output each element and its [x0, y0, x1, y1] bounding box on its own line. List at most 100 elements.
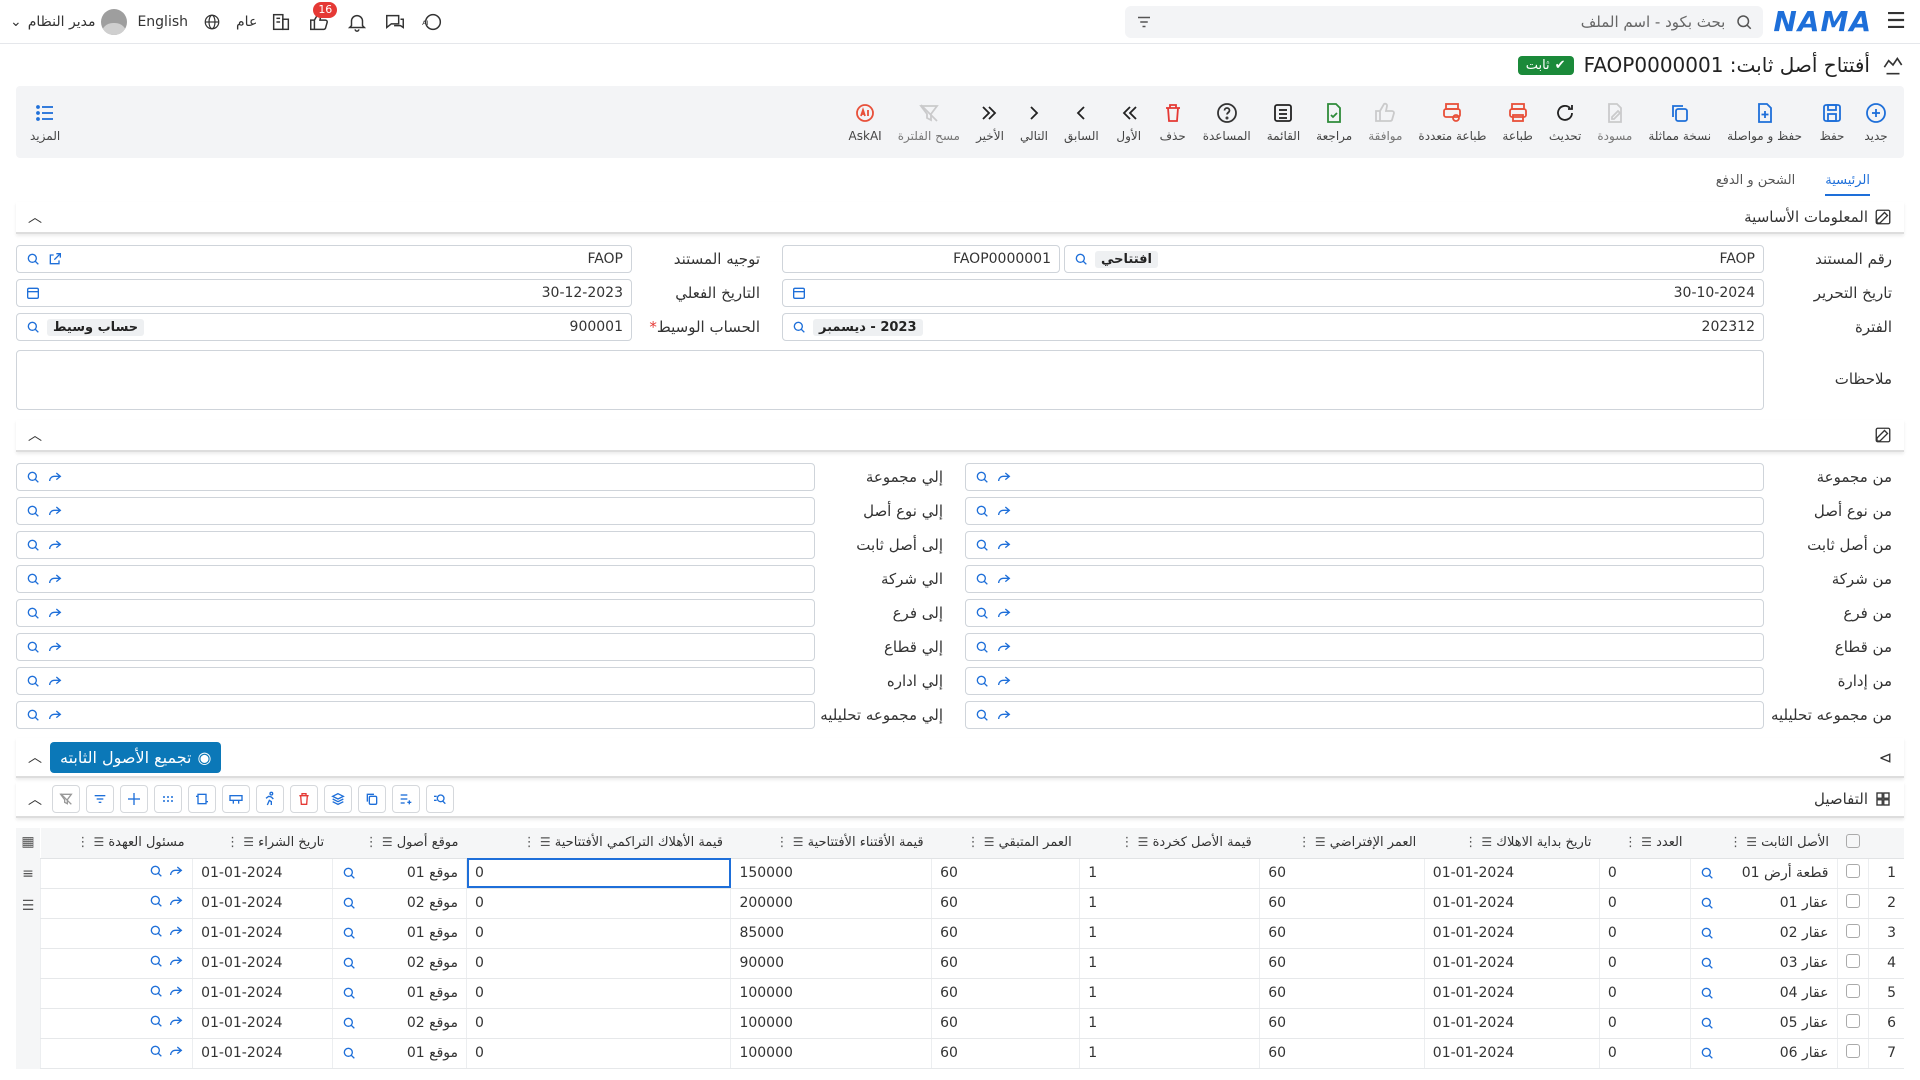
lookup-icon[interactable]: [1073, 251, 1089, 267]
cell-start[interactable]: 01-01-2024: [1423, 978, 1600, 1009]
cell-scrap[interactable]: 1: [1079, 858, 1260, 889]
duplicate-button[interactable]: نسخة مماثلة: [1640, 101, 1719, 143]
cell-remain[interactable]: 60: [931, 948, 1080, 979]
range-left-field[interactable]: [965, 565, 1764, 593]
filter-icon[interactable]: ☰: [1138, 835, 1149, 849]
share-icon[interactable]: [47, 639, 63, 655]
range-left-field[interactable]: [965, 463, 1764, 491]
lookup-icon[interactable]: [148, 923, 164, 939]
cell-count[interactable]: 0: [1598, 858, 1691, 889]
column-header[interactable]: مسئول العهدة ☰ ⋮: [40, 828, 193, 859]
review-button[interactable]: مراجعة: [1308, 101, 1360, 143]
cell-asset[interactable]: عقار 01: [1690, 888, 1837, 919]
cell-asset[interactable]: عقار 05: [1690, 1008, 1837, 1039]
range-left-field[interactable]: [965, 599, 1764, 627]
column-menu-icon[interactable]: ⋮: [1624, 835, 1637, 850]
cell-cost[interactable]: 90000: [730, 948, 932, 979]
cell-buy[interactable]: 01-01-2024: [192, 1008, 333, 1039]
column-header[interactable]: قيمة الأهلاك التراكمي الأفتتاحية ☰ ⋮: [466, 828, 731, 859]
range-left-field[interactable]: [965, 531, 1764, 559]
row-checkbox[interactable]: [1845, 924, 1860, 938]
save-button[interactable]: حفظ: [1810, 101, 1854, 143]
approve-button[interactable]: موافقة: [1360, 101, 1410, 143]
help-button[interactable]: المساعدة: [1195, 101, 1259, 143]
filter-icon[interactable]: ☰: [1481, 835, 1492, 849]
approvals-icon[interactable]: 16: [305, 1, 338, 36]
filter-icon[interactable]: ☰: [1315, 835, 1326, 849]
cell-scrap[interactable]: 1: [1079, 948, 1260, 979]
select-all-checkbox[interactable]: [1846, 833, 1860, 848]
delete-button[interactable]: حذف: [1151, 101, 1195, 143]
filter-icon[interactable]: ☰: [1746, 835, 1757, 849]
cell-dep[interactable]: 0: [465, 978, 731, 1009]
ai-icon[interactable]: AI: [419, 8, 447, 36]
column-header[interactable]: قيمة الأصل كخردة ☰ ⋮: [1079, 828, 1260, 859]
calendar-icon[interactable]: [791, 285, 807, 301]
cell-life[interactable]: 60: [1259, 918, 1425, 949]
save-continue-button[interactable]: حفظ و مواصلة: [1719, 101, 1810, 143]
lookup-icon[interactable]: [148, 863, 164, 879]
lookup-icon[interactable]: [1699, 925, 1715, 941]
group-assets-button[interactable]: ◉ تجميع الأصول الثابته: [50, 741, 222, 773]
copy-icon[interactable]: [358, 785, 386, 813]
lookup-icon[interactable]: [974, 503, 990, 519]
cell-remain[interactable]: 60: [931, 978, 1080, 1009]
cell-start[interactable]: 01-01-2024: [1423, 918, 1600, 949]
cell-custodian[interactable]: [39, 858, 193, 889]
new-button[interactable]: جديد: [1854, 101, 1898, 143]
column-menu-icon[interactable]: ⋮: [1464, 835, 1477, 850]
cell-custodian[interactable]: [39, 918, 193, 949]
next-button[interactable]: التالي: [1012, 101, 1056, 143]
range-right-field[interactable]: [16, 633, 815, 661]
row-checkbox[interactable]: [1845, 954, 1860, 968]
lookup-icon[interactable]: [974, 673, 990, 689]
intermediate-account-field[interactable]: 900001 حساب وسيط: [16, 313, 632, 341]
cell-loc[interactable]: موقع 01: [331, 918, 467, 949]
cell-buy[interactable]: 01-01-2024: [192, 888, 333, 919]
collapse-icon[interactable]: ︿: [28, 747, 42, 767]
column-header[interactable]: تاريخ الشراء ☰ ⋮: [192, 828, 333, 859]
cell-buy[interactable]: 01-01-2024: [192, 858, 333, 889]
range-left-field[interactable]: [965, 633, 1764, 661]
range-right-field[interactable]: [16, 667, 815, 695]
globe-icon[interactable]: [198, 8, 226, 36]
cell-custodian[interactable]: [39, 978, 193, 1009]
cell-remain[interactable]: 60: [931, 888, 1080, 919]
cell-loc[interactable]: موقع 02: [331, 948, 467, 979]
doc-direction-field[interactable]: FAOP: [16, 245, 632, 273]
cell-remain[interactable]: 60: [931, 918, 1080, 949]
cell-scrap[interactable]: 1: [1079, 918, 1260, 949]
move-icon[interactable]: [120, 785, 148, 813]
lookup-icon[interactable]: [341, 865, 357, 881]
lookup-icon[interactable]: [25, 605, 41, 621]
filter-icon[interactable]: ☰: [382, 835, 393, 849]
menu-icon[interactable]: ☰: [1882, 9, 1910, 34]
share-icon[interactable]: [168, 983, 184, 999]
filter-icon[interactable]: ☰: [93, 835, 104, 849]
lookup-icon[interactable]: [25, 537, 41, 553]
cell-count[interactable]: 0: [1598, 978, 1691, 1009]
chat-icon[interactable]: [381, 8, 409, 36]
tab-0[interactable]: الرئيسية: [1825, 173, 1870, 196]
table-row[interactable]: 3 عقار 02 0 01-01-2024 60 1 60 85000 0 موقع 01 01-…: [39, 918, 1904, 949]
lookup-icon[interactable]: [341, 1045, 357, 1061]
lookup-icon[interactable]: [25, 639, 41, 655]
cell-remain[interactable]: 60: [931, 1008, 1080, 1039]
cell-buy[interactable]: 01-01-2024: [192, 918, 333, 949]
share-icon[interactable]: [47, 605, 63, 621]
frame-icon[interactable]: [188, 785, 216, 813]
cell-remain[interactable]: 60: [931, 1038, 1080, 1069]
cell-loc[interactable]: موقع 02: [331, 888, 467, 919]
share-icon[interactable]: [168, 863, 184, 879]
cell-asset[interactable]: عقار 04: [1690, 978, 1837, 1009]
bell-icon[interactable]: [343, 8, 371, 36]
cell-count[interactable]: 0: [1598, 948, 1691, 979]
share-icon[interactable]: [996, 571, 1012, 587]
share-icon[interactable]: [47, 571, 63, 587]
doc-number-field[interactable]: FAOP0000001: [782, 245, 1060, 273]
share-icon[interactable]: [168, 923, 184, 939]
cell-life[interactable]: 60: [1259, 978, 1425, 1009]
cell-count[interactable]: 0: [1598, 918, 1691, 949]
cell-scrap[interactable]: 1: [1079, 888, 1260, 919]
cell-cost[interactable]: 85000: [730, 918, 932, 949]
